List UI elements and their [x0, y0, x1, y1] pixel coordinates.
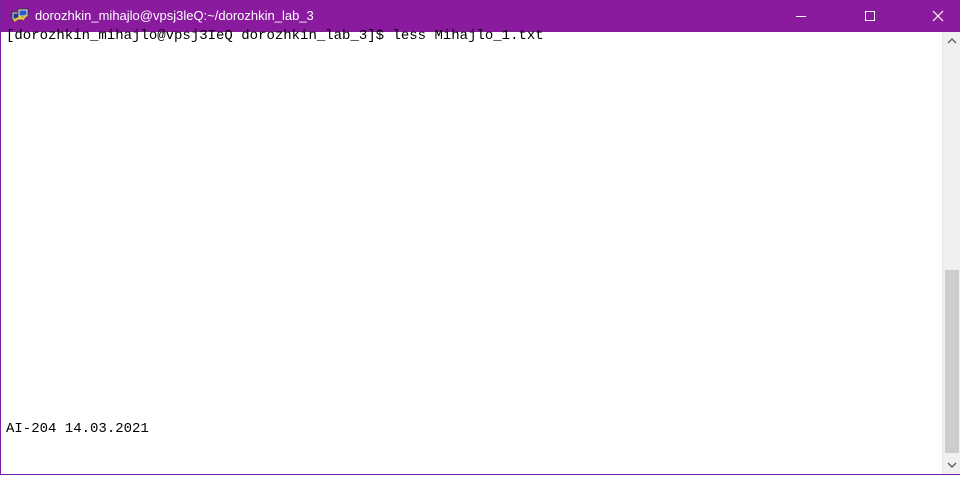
less-status-line: AI-204 14.03.2021 [6, 421, 149, 437]
scroll-down-button[interactable] [943, 456, 960, 474]
chevron-up-icon [947, 38, 957, 44]
terminal-area[interactable] [5, 32, 941, 472]
maximize-icon [865, 11, 875, 21]
scrollbar-thumb[interactable] [945, 270, 959, 453]
close-icon [932, 10, 944, 22]
chevron-down-icon [947, 462, 957, 468]
minimize-button[interactable] [778, 0, 824, 32]
close-button[interactable] [915, 0, 960, 32]
maximize-button[interactable] [847, 0, 893, 32]
window-title: dorozhkin_mihajlo@vpsj3leQ:~/dorozhkin_l… [35, 8, 314, 23]
command-line: [dorozhkin_mihajlo@vpsj3IeQ dorozhkin_la… [6, 28, 544, 44]
putty-icon[interactable] [11, 8, 29, 24]
scroll-up-button[interactable] [943, 32, 960, 50]
minimize-icon [796, 16, 806, 17]
vertical-scrollbar[interactable] [942, 32, 960, 474]
terminal-window: dorozhkin_mihajlo@vpsj3leQ:~/dorozhkin_l… [0, 0, 960, 475]
